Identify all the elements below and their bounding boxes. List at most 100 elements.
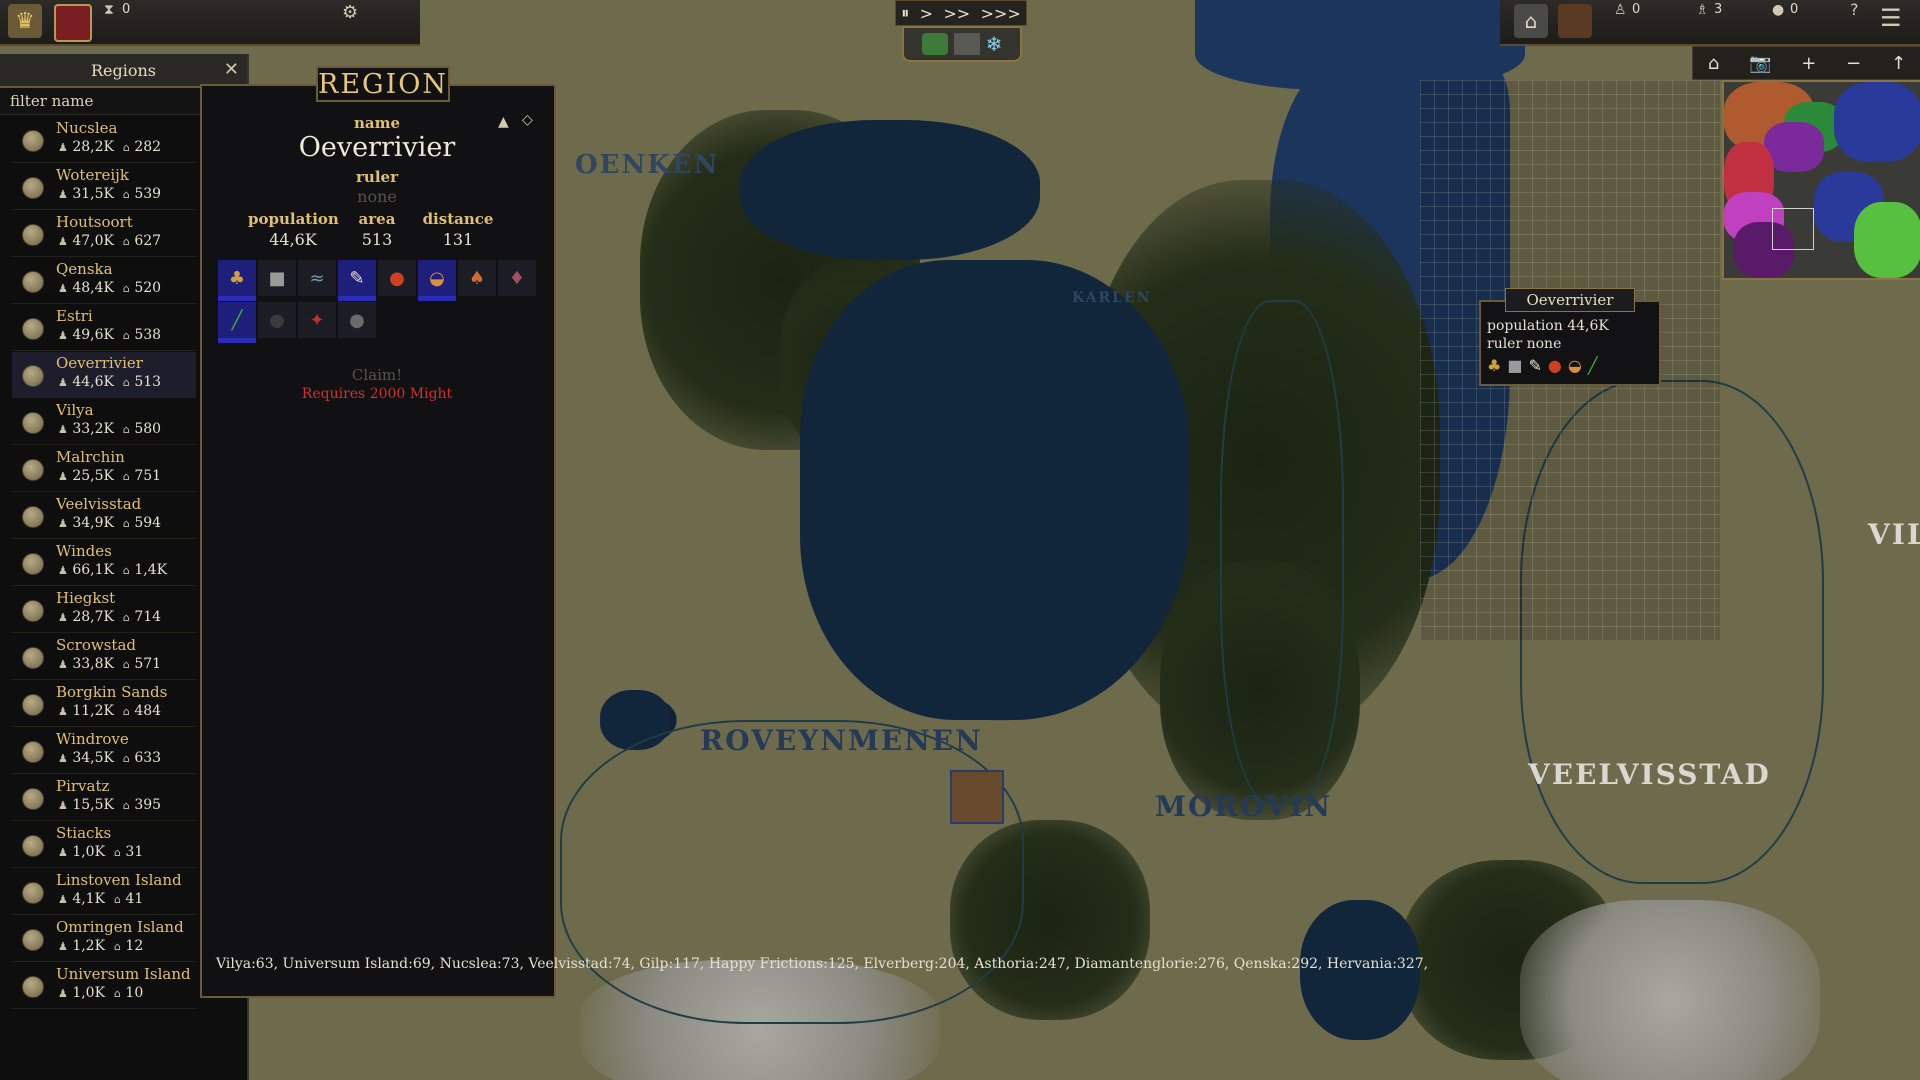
area-icon: ⌂: [122, 188, 130, 201]
region-list-area: 538: [134, 327, 162, 343]
region-list-stats: ♟ 15,5K ⌂ 395: [58, 797, 161, 813]
region-list-area: 1,4K: [134, 562, 168, 578]
minimap[interactable]: [1722, 80, 1920, 280]
arrow-up-icon[interactable]: ↑: [1891, 53, 1906, 74]
region-list-name: Wotereijk: [56, 166, 129, 184]
region-list-stats: ♟ 28,2K ⌂ 282: [58, 139, 161, 155]
region-list-item[interactable]: Universum Island ♟ 1,0K ⌂ 10: [12, 963, 196, 1009]
warning-icon[interactable]: ▲: [498, 114, 509, 130]
region-detail-panel: name ▲ ◇ Oeverrivier ruler none populati…: [200, 84, 1428, 998]
claim-button[interactable]: Claim!: [202, 366, 552, 384]
wheat-icon: ♣: [1487, 356, 1502, 375]
apple-icon[interactable]: ●: [378, 260, 416, 296]
population-icon: ♟: [58, 799, 68, 812]
region-list-area: 10: [125, 985, 144, 1001]
area-icon: ⌂: [122, 611, 130, 624]
population-icon: ♟: [58, 376, 68, 389]
region-list-item[interactable]: Hiegkst ♟ 28,7K ⌂ 714: [12, 587, 196, 633]
coal-icon[interactable]: ●: [258, 302, 296, 338]
region-list-item[interactable]: Pirvatz ♟ 15,5K ⌂ 395: [12, 775, 196, 821]
camera-icon[interactable]: 📷: [1749, 53, 1771, 74]
banner-icon[interactable]: [54, 4, 92, 42]
wheat-icon[interactable]: ♣: [218, 260, 256, 301]
region-list-item[interactable]: Wotereijk ♟ 31,5K ⌂ 539: [12, 164, 196, 210]
population-icon: ♟: [58, 658, 68, 671]
diamond-icon[interactable]: ◇: [522, 112, 533, 128]
menu-icon[interactable]: ☰: [1880, 4, 1902, 32]
zoom-out-button[interactable]: −: [1846, 53, 1861, 74]
region-list-stats: ♟ 44,6K ⌂ 513: [58, 374, 161, 390]
fish-icon[interactable]: ≈: [298, 260, 336, 296]
region-list-pop: 31,5K: [72, 186, 114, 202]
berry-icon[interactable]: ♦: [498, 260, 536, 296]
region-list-item[interactable]: Qenska ♟ 48,4K ⌂ 520: [12, 258, 196, 304]
ore-icon[interactable]: ✦: [298, 302, 336, 338]
herb-icon[interactable]: ╱: [218, 302, 256, 343]
area-icon: ⌂: [113, 987, 121, 1000]
region-list-item[interactable]: Windes ♟ 66,1K ⌂ 1,4K: [12, 540, 196, 586]
region-list-name: Pirvatz: [56, 777, 110, 795]
region-list-pop: 1,0K: [72, 844, 106, 860]
region-shield-icon: [22, 835, 44, 857]
region-list-area: 539: [134, 186, 162, 202]
population-icon: ♟: [58, 470, 68, 483]
region-list-item[interactable]: Stiacks ♟ 1,0K ⌂ 31: [12, 822, 196, 868]
region-list-item[interactable]: Malrchin ♟ 25,5K ⌂ 751: [12, 446, 196, 492]
castle-icon[interactable]: ⌂: [1514, 4, 1548, 38]
crown-icon[interactable]: ♛: [8, 4, 42, 38]
home-icon[interactable]: ⌂: [1708, 53, 1719, 74]
region-list-item[interactable]: Linstoven Island ♟ 4,1K ⌂ 41: [12, 869, 196, 915]
region-list-area: 594: [134, 515, 162, 531]
population-icon: ♟: [58, 423, 68, 436]
region-shield-icon: [22, 412, 44, 434]
area-icon: ⌂: [122, 658, 130, 671]
region-list-item[interactable]: Borgkin Sands ♟ 11,2K ⌂ 484: [12, 681, 196, 727]
population-icon: ♟: [58, 517, 68, 530]
population-icon: ♟: [58, 188, 68, 201]
region-shield-icon: [22, 271, 44, 293]
region-shield-icon: [22, 130, 44, 152]
region-list-item[interactable]: Nucslea ♟ 28,2K ⌂ 282: [12, 117, 196, 163]
zoom-in-button[interactable]: +: [1801, 53, 1816, 74]
fast-button[interactable]: >>: [943, 4, 970, 23]
settlement-marker[interactable]: [950, 770, 1004, 824]
bread-icon[interactable]: ◒: [418, 260, 456, 301]
region-list-area: 520: [134, 280, 162, 296]
river: [1220, 300, 1344, 804]
apple-icon: ●: [1547, 356, 1562, 375]
region-list-item[interactable]: Estri ♟ 49,6K ⌂ 538: [12, 305, 196, 351]
region-list-item[interactable]: Veelvisstad ♟ 34,9K ⌂ 594: [12, 493, 196, 539]
region-list-stats: ♟ 1,0K ⌂ 31: [58, 844, 143, 860]
fastest-button[interactable]: >>>: [981, 4, 1021, 23]
region-list-pop: 34,5K: [72, 750, 114, 766]
region-list-item[interactable]: Scrowstad ♟ 33,8K ⌂ 571: [12, 634, 196, 680]
book-icon[interactable]: [1558, 4, 1592, 38]
resource-row-2: ╱ ● ✦ ●: [218, 302, 378, 343]
lake: [740, 120, 1040, 260]
ruler-label: ruler: [356, 168, 398, 186]
region-list-pop: 28,7K: [72, 609, 114, 625]
region-list-item[interactable]: Oeverrivier ♟ 44,6K ⌂ 513: [12, 352, 196, 398]
area-icon: ⌂: [122, 752, 130, 765]
region-list-item[interactable]: Omringen Island ♟ 1,2K ⌂ 12: [12, 916, 196, 962]
counter-flask: 3: [1714, 2, 1723, 17]
play-button[interactable]: >: [920, 4, 933, 23]
region-shield-icon: [22, 600, 44, 622]
close-icon[interactable]: ✕: [224, 59, 239, 80]
settings-gear-icon[interactable]: ⚙: [342, 2, 358, 23]
region-list-item[interactable]: Houtsoort ♟ 47,0K ⌂ 627: [12, 211, 196, 257]
region-list-name: Omringen Island: [56, 918, 184, 936]
mushroom-icon[interactable]: ♠: [458, 260, 496, 296]
region-list-item[interactable]: Vilya ♟ 33,2K ⌂ 580: [12, 399, 196, 445]
region-list-area: 484: [134, 703, 162, 719]
feather-icon[interactable]: ✎: [338, 260, 376, 301]
stone-icon[interactable]: ■: [258, 260, 296, 296]
minimap-viewport[interactable]: [1772, 208, 1814, 250]
iron-icon[interactable]: ●: [338, 302, 376, 338]
pause-button[interactable]: ⏸: [901, 3, 909, 23]
region-list-item[interactable]: Windrove ♟ 34,5K ⌂ 633: [12, 728, 196, 774]
help-icon[interactable]: ?: [1850, 0, 1859, 19]
region-list-stats: ♟ 47,0K ⌂ 627: [58, 233, 161, 249]
tooltip-title: Oeverrivier: [1505, 288, 1635, 312]
map-label-vil: VIL: [1868, 518, 1920, 551]
